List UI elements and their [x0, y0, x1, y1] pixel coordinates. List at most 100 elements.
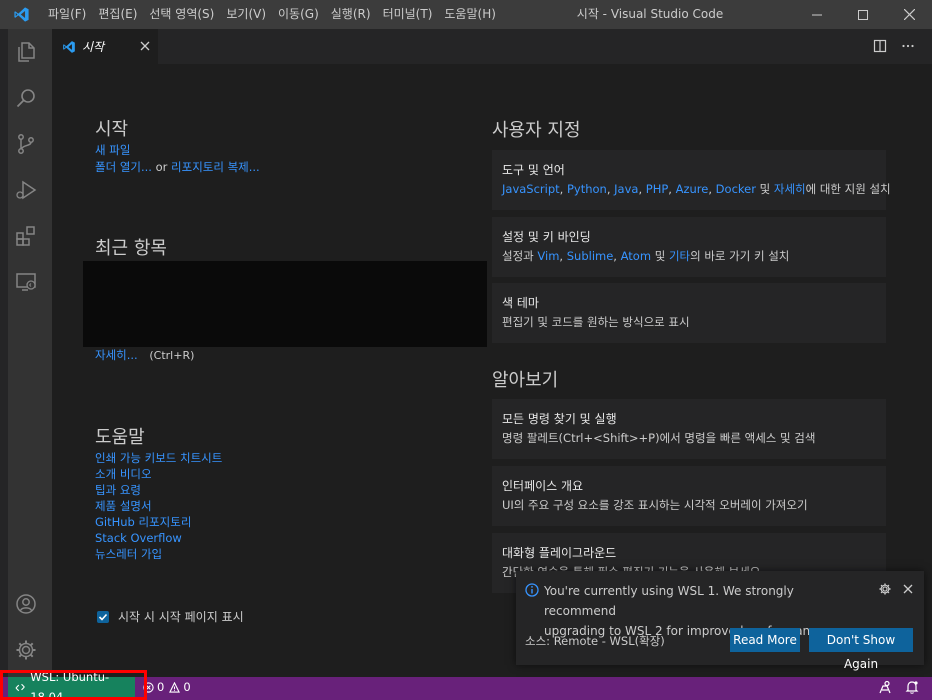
- card-title: 도구 및 언어: [502, 163, 565, 177]
- open-folder-link[interactable]: 폴더 열기...: [95, 160, 152, 174]
- notifications-bell-icon[interactable]: [904, 679, 920, 695]
- title-bar: 파일(F) 편집(E) 선택 영역(S) 보기(V) 이동(G) 실행(R) 터…: [0, 0, 932, 29]
- customize-heading: 사용자 지정: [492, 120, 581, 141]
- help-link-row: 소개 비디오: [95, 466, 152, 482]
- split-editor-icon: [873, 39, 887, 53]
- card-command-palette[interactable]: 모든 명령 찾기 및 실행 명령 팔레트(Ctrl+<Shift>+P)에서 명…: [492, 399, 886, 459]
- maximize-icon: [858, 9, 868, 20]
- minimize-button[interactable]: [794, 0, 840, 29]
- warning-count: 0: [183, 680, 191, 694]
- remote-explorer-icon: [16, 273, 36, 291]
- close-tab-icon[interactable]: [138, 39, 152, 53]
- start-heading: 시작: [95, 119, 129, 140]
- link-vim[interactable]: Vim: [537, 249, 559, 263]
- link-azure[interactable]: Azure: [676, 182, 709, 196]
- help-link-row: 인쇄 가능 키보드 치트시트: [95, 450, 222, 466]
- remote-highlight-outline: [0, 670, 147, 700]
- help-link-docs[interactable]: 제품 설명서: [95, 499, 152, 513]
- notification-close-icon[interactable]: [902, 583, 914, 595]
- menu-view[interactable]: 보기(V): [220, 0, 272, 29]
- error-count: 0: [157, 680, 165, 694]
- window-controls: [794, 0, 932, 29]
- card-settings-keybindings[interactable]: 설정 및 키 바인딩 설정과 Vim, Sublime, Atom 및 기타의 …: [492, 217, 886, 277]
- menu-help[interactable]: 도움말(H): [438, 0, 502, 29]
- warning-icon: [169, 681, 181, 693]
- feedback-icon[interactable]: [877, 679, 893, 695]
- menu-go[interactable]: 이동(G): [272, 0, 325, 29]
- help-link-row: Stack Overflow: [95, 530, 182, 546]
- recent-heading: 최근 항목: [95, 238, 167, 259]
- and-text: 및: [654, 249, 666, 263]
- problems-indicator[interactable]: 0 0: [143, 677, 191, 697]
- card-desc: 명령 팔레트(Ctrl+<Shift>+P)에서 명령을 빠른 액세스 및 검색: [502, 431, 816, 445]
- help-link-row: 뉴스레터 가입: [95, 546, 162, 562]
- maximize-button[interactable]: [840, 0, 886, 29]
- more-actions-button[interactable]: [898, 36, 918, 56]
- help-link-newsletter[interactable]: 뉴스레터 가입: [95, 547, 162, 561]
- help-link-tips[interactable]: 팁과 요령: [95, 483, 141, 497]
- new-file-link[interactable]: 새 파일: [95, 143, 130, 157]
- link-java[interactable]: Java: [614, 182, 638, 196]
- card-color-theme[interactable]: 색 테마 편집기 및 코드를 원하는 방식으로 표시: [492, 283, 886, 343]
- help-link-github[interactable]: GitHub 리포지토리: [95, 515, 191, 529]
- link-atom[interactable]: Atom: [621, 249, 651, 263]
- recent-more-row: 자세히... (Ctrl+R): [95, 347, 194, 364]
- tools-suffix: 에 대한 지원 설치: [805, 182, 891, 196]
- account-icon: [16, 594, 36, 614]
- card-title: 모든 명령 찾기 및 실행: [502, 412, 617, 426]
- recent-more-link[interactable]: 자세히...: [95, 348, 138, 362]
- menu-run[interactable]: 실행(R): [325, 0, 377, 29]
- tab-bar: 시작: [52, 29, 932, 64]
- menu-terminal[interactable]: 터미널(T): [377, 0, 439, 29]
- menu-edit[interactable]: 편집(E): [92, 0, 143, 29]
- help-link-stackoverflow[interactable]: Stack Overflow: [95, 531, 182, 545]
- card-desc: UI의 주요 구성 요소를 강조 표시하는 시각적 오버레이 가져오기: [502, 498, 808, 512]
- help-link-videos[interactable]: 소개 비디오: [95, 467, 152, 481]
- tab-welcome[interactable]: 시작: [52, 29, 158, 64]
- gear-icon: [16, 640, 36, 660]
- search-icon: [16, 89, 35, 108]
- link-python[interactable]: Python: [567, 182, 607, 196]
- link-sublime[interactable]: Sublime: [567, 249, 614, 263]
- notification-line-1: You're currently using WSL 1. We strongl…: [544, 584, 794, 618]
- help-link-row: GitHub 리포지토리: [95, 514, 191, 530]
- vscode-logo-icon: [0, 0, 42, 29]
- card-title: 설정 및 키 바인딩: [502, 230, 591, 244]
- help-link-cheatsheet[interactable]: 인쇄 가능 키보드 치트시트: [95, 451, 222, 465]
- notification-settings-icon[interactable]: [878, 582, 892, 596]
- link-more-languages[interactable]: 자세히: [774, 182, 806, 196]
- show-on-startup-label: 시작 시 시작 페이지 표시: [118, 610, 244, 624]
- extensions-icon: [16, 226, 35, 246]
- menu-selection[interactable]: 선택 영역(S): [143, 0, 220, 29]
- learn-heading: 알아보기: [492, 370, 559, 391]
- keybindings-suffix: 의 바로 가기 키 설치: [690, 249, 790, 263]
- menu-file[interactable]: 파일(F): [42, 0, 92, 29]
- tab-label: 시작: [82, 40, 105, 54]
- minimize-icon: [812, 14, 822, 15]
- close-window-button[interactable]: [886, 0, 932, 29]
- ellipsis-icon: [902, 44, 914, 48]
- clone-repo-link[interactable]: 리포지토리 복제...: [171, 160, 260, 174]
- help-heading: 도움말: [95, 427, 145, 448]
- card-tools-languages[interactable]: 도구 및 언어 JavaScript, Python, Java, PHP, A…: [492, 150, 891, 210]
- show-on-startup-checkbox[interactable]: [97, 610, 109, 623]
- dont-show-again-button[interactable]: Don't Show Again: [809, 628, 913, 671]
- wsl-notification: You're currently using WSL 1. We strongl…: [516, 571, 924, 671]
- show-on-startup-row: 시작 시 시작 페이지 표시: [97, 608, 244, 625]
- card-interface-overview[interactable]: 인터페이스 개요 UI의 주요 구성 요소를 강조 표시하는 시각적 오버레이 …: [492, 466, 886, 526]
- files-icon: [18, 42, 35, 62]
- split-editor-button[interactable]: [870, 36, 890, 56]
- link-docker[interactable]: Docker: [716, 182, 756, 196]
- recent-shortcut: (Ctrl+R): [149, 349, 195, 362]
- checkmark-icon: [98, 613, 108, 621]
- card-title: 대화형 플레이그라운드: [502, 546, 617, 560]
- link-other-keymaps[interactable]: 기타: [669, 249, 690, 263]
- recent-list-redacted: [83, 261, 487, 347]
- link-javascript[interactable]: JavaScript: [502, 182, 560, 196]
- read-more-button[interactable]: Read More: [730, 628, 800, 652]
- link-php[interactable]: PHP: [646, 182, 669, 196]
- card-desc: 편집기 및 코드를 원하는 방식으로 표시: [502, 315, 690, 329]
- card-title: 색 테마: [502, 296, 539, 310]
- close-icon: [903, 9, 915, 20]
- notification-source: 소스: Remote - WSL(확장): [525, 634, 665, 648]
